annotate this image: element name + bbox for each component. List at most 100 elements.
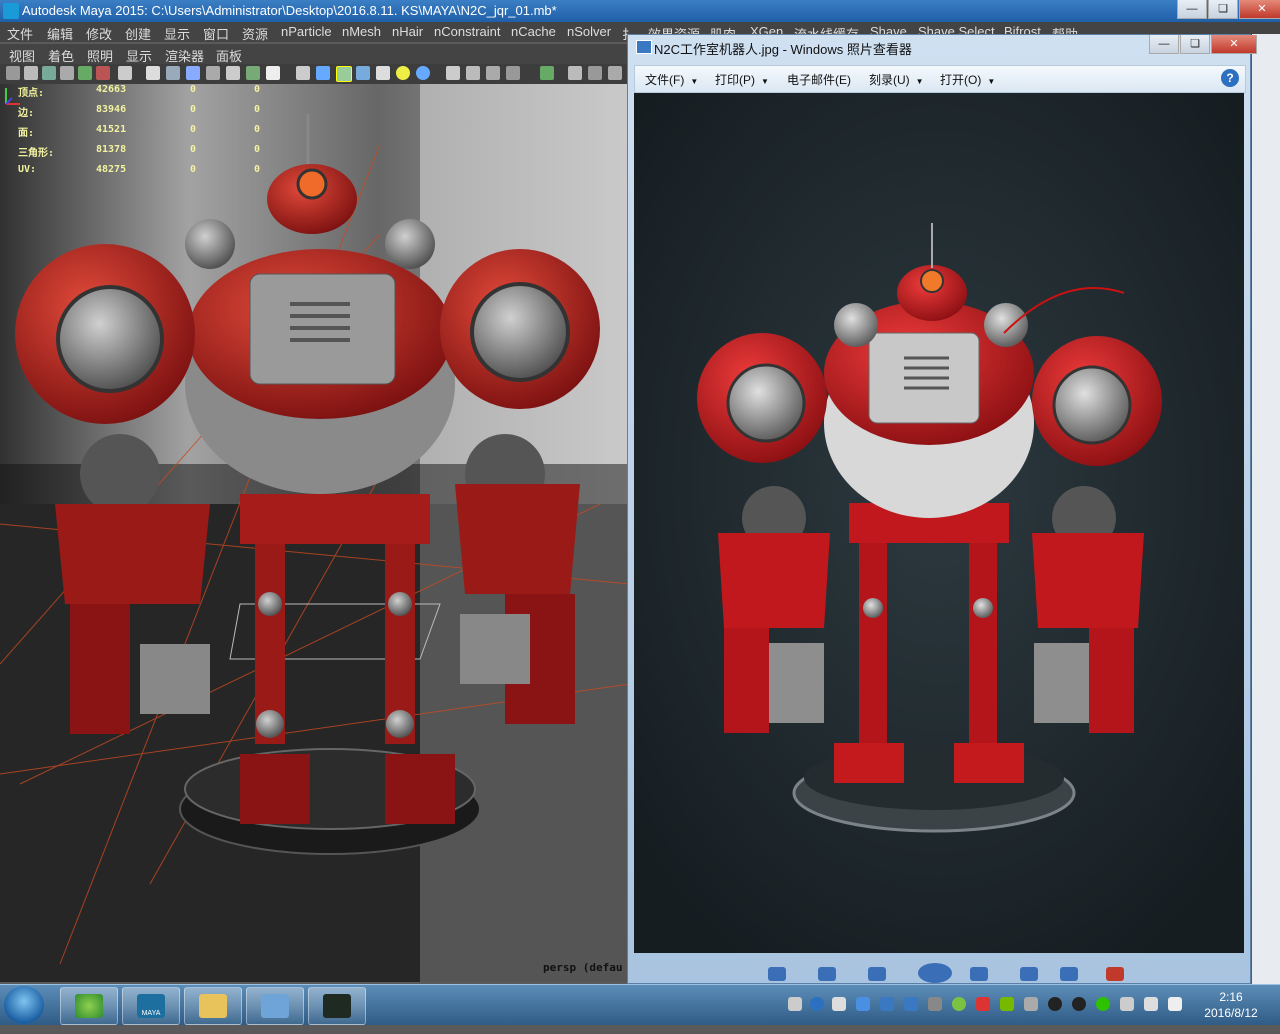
keyboard-icon[interactable] bbox=[788, 997, 802, 1011]
wechat-icon[interactable] bbox=[1096, 997, 1110, 1011]
grid-icon[interactable] bbox=[118, 66, 132, 80]
menu-nconstraint[interactable]: nConstraint bbox=[434, 24, 500, 39]
nvidia-icon[interactable] bbox=[1000, 997, 1014, 1011]
menu-modify[interactable]: 修改 bbox=[86, 24, 112, 43]
previous-icon[interactable] bbox=[868, 967, 886, 981]
panel-menu-show[interactable]: 显示 bbox=[126, 46, 152, 65]
shadow-icon[interactable] bbox=[446, 66, 460, 80]
xray-icon[interactable] bbox=[588, 66, 602, 80]
taskbar-explorer-button[interactable] bbox=[184, 987, 242, 1025]
photo-viewer-title: N2C工作室机器人.jpg - Windows 照片查看器 bbox=[654, 42, 912, 57]
viewer-menu-email[interactable]: 电子邮件(E) bbox=[787, 71, 851, 88]
paint-icon[interactable] bbox=[96, 66, 110, 80]
viewer-maximize-button[interactable]: ❏ bbox=[1180, 35, 1210, 54]
cube-solid-icon[interactable] bbox=[316, 66, 330, 80]
photo-display-area[interactable] bbox=[634, 93, 1244, 953]
menu-ncache[interactable]: nCache bbox=[511, 24, 556, 39]
volume-icon[interactable] bbox=[1168, 997, 1182, 1011]
viewer-menu-open[interactable]: 打开(O) ▼ bbox=[940, 71, 995, 88]
settings-tray-icon[interactable] bbox=[832, 997, 846, 1011]
updater-icon[interactable] bbox=[1024, 997, 1038, 1011]
taskbar-photo-viewer-button[interactable] bbox=[246, 987, 304, 1025]
panel-menu-view[interactable]: 视图 bbox=[9, 46, 35, 65]
zoom-icon[interactable] bbox=[768, 967, 786, 981]
menu-file[interactable]: 文件 bbox=[7, 24, 33, 43]
wire-on-shaded-icon[interactable] bbox=[226, 66, 240, 80]
checker-bw-icon[interactable] bbox=[376, 66, 390, 80]
qq-icon-2[interactable] bbox=[1072, 997, 1086, 1011]
hud-value: 0 bbox=[190, 124, 197, 135]
minimize-button[interactable]: — bbox=[1177, 0, 1207, 19]
security-icon[interactable] bbox=[952, 997, 966, 1011]
light-icon[interactable] bbox=[356, 66, 370, 80]
rotate-left-icon[interactable] bbox=[1020, 967, 1038, 981]
viewer-menu-print[interactable]: 打印(P) ▼ bbox=[715, 71, 769, 88]
smooth-shade-icon[interactable] bbox=[186, 66, 200, 80]
menu-nsolver[interactable]: nSolver bbox=[567, 24, 611, 39]
menu-display[interactable]: 显示 bbox=[164, 24, 190, 43]
isolate-icon[interactable] bbox=[568, 66, 582, 80]
panel-menu-shading[interactable]: 着色 bbox=[48, 46, 74, 65]
motion-blur-icon[interactable] bbox=[486, 66, 500, 80]
browser-tray-icon[interactable] bbox=[976, 997, 990, 1011]
menu-create[interactable]: 创建 bbox=[125, 24, 151, 43]
system-clock[interactable]: 2:16 2016/8/12 bbox=[1196, 989, 1266, 1021]
ambient-occlusion-icon[interactable] bbox=[466, 66, 480, 80]
taskbar-terminal-button[interactable] bbox=[308, 987, 366, 1025]
help-tray-icon[interactable] bbox=[810, 997, 824, 1011]
select-arrow-icon[interactable] bbox=[540, 66, 554, 80]
antialias-icon[interactable] bbox=[506, 66, 520, 80]
menu-window[interactable]: 窗口 bbox=[203, 24, 229, 43]
terminal-icon bbox=[323, 994, 351, 1018]
menu-nmesh[interactable]: nMesh bbox=[342, 24, 381, 39]
photo-viewer-controls bbox=[738, 963, 1138, 985]
help-icon[interactable]: ? bbox=[1221, 69, 1239, 87]
slideshow-icon[interactable] bbox=[918, 963, 952, 983]
rotate-right-icon[interactable] bbox=[1060, 967, 1078, 981]
menu-edit[interactable]: 编辑 bbox=[47, 24, 73, 43]
sphere-icon[interactable] bbox=[416, 66, 430, 80]
camera-attributes-icon[interactable] bbox=[24, 66, 38, 80]
panel-menu-lighting[interactable]: 照明 bbox=[87, 46, 113, 65]
sun-icon[interactable] bbox=[396, 66, 410, 80]
qq-icon[interactable] bbox=[1048, 997, 1062, 1011]
cube-icon[interactable] bbox=[296, 66, 310, 80]
next-icon[interactable] bbox=[970, 967, 988, 981]
panel-menu-panels[interactable]: 面板 bbox=[216, 46, 242, 65]
hud-value: 0 bbox=[190, 84, 197, 95]
camera-select-icon[interactable] bbox=[6, 66, 20, 80]
maya-viewport[interactable]: 顶点: 42663 0 0 边: 83946 0 0 面: 41521 0 0 … bbox=[0, 84, 630, 982]
panel-menu-renderer[interactable]: 渲染器 bbox=[165, 46, 204, 65]
actual-size-icon[interactable] bbox=[818, 967, 836, 981]
start-button[interactable] bbox=[4, 986, 44, 1024]
viewer-close-button[interactable]: ✕ bbox=[1211, 35, 1257, 54]
taskbar-maya-button[interactable]: MAYA bbox=[122, 987, 180, 1025]
checker-icon[interactable] bbox=[336, 66, 352, 82]
film-gate-icon[interactable] bbox=[166, 66, 180, 80]
menu-nparticle[interactable]: nParticle bbox=[281, 24, 332, 39]
bookmark-icon[interactable] bbox=[42, 66, 56, 80]
ime-icon[interactable] bbox=[856, 997, 870, 1011]
maximize-button[interactable]: ❏ bbox=[1208, 0, 1238, 19]
antivirus-icon[interactable] bbox=[928, 997, 942, 1011]
viewer-minimize-button[interactable]: — bbox=[1149, 35, 1179, 54]
taskbar-ie-button[interactable] bbox=[60, 987, 118, 1025]
delete-icon[interactable] bbox=[1106, 967, 1124, 981]
textured-icon[interactable] bbox=[246, 66, 260, 80]
menu-nhair[interactable]: nHair bbox=[392, 24, 423, 39]
wireframe-icon[interactable] bbox=[146, 66, 160, 80]
photo-viewer-command-bar: 文件(F) ▼ 打印(P) ▼ 电子邮件(E) 刻录(U) ▼ 打开(O) ▼ ? bbox=[634, 65, 1246, 93]
viewer-menu-burn[interactable]: 刻录(U) ▼ bbox=[869, 71, 924, 88]
network-tray-icon[interactable] bbox=[880, 997, 894, 1011]
action-center-icon[interactable] bbox=[1120, 997, 1134, 1011]
display-icon[interactable] bbox=[1144, 997, 1158, 1011]
text-icon[interactable] bbox=[266, 66, 280, 80]
gear-icon[interactable] bbox=[608, 66, 622, 80]
shield-icon[interactable] bbox=[904, 997, 918, 1011]
flat-shade-icon[interactable] bbox=[206, 66, 220, 80]
grease-pencil-icon[interactable] bbox=[78, 66, 92, 80]
image-plane-icon[interactable] bbox=[60, 66, 74, 80]
menu-assets[interactable]: 资源 bbox=[242, 24, 268, 43]
close-button[interactable]: ✕ bbox=[1239, 0, 1280, 19]
viewer-menu-file[interactable]: 文件(F) ▼ bbox=[645, 71, 698, 88]
